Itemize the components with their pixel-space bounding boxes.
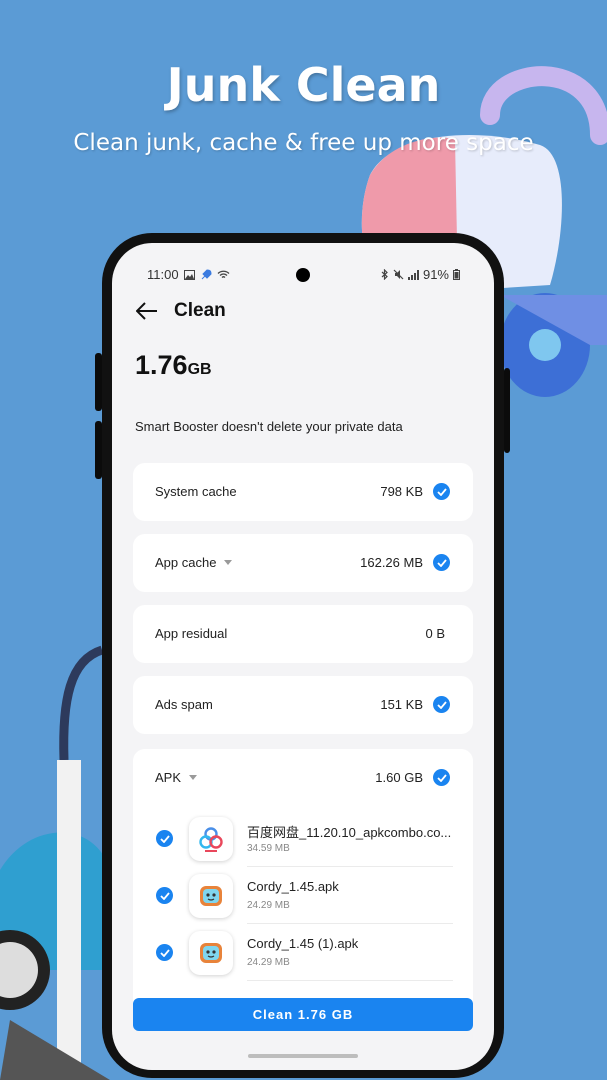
cordy-robot-icon: [189, 874, 233, 918]
category-size: 0 B: [425, 626, 445, 641]
battery-percent: 91%: [422, 267, 449, 282]
back-arrow-icon: [136, 302, 157, 320]
category-size: 1.60 GB: [375, 770, 423, 785]
junk-total-value: 1.76: [135, 350, 188, 380]
category-label: App residual: [155, 626, 228, 641]
junk-total-unit: GB: [187, 361, 212, 378]
mute-icon: [393, 269, 404, 280]
apk-checkbox[interactable]: [156, 830, 173, 847]
apk-header[interactable]: APK 1.60 GB: [133, 749, 473, 807]
category-app-cache[interactable]: App cache 162.26 MB: [133, 534, 473, 592]
category-apk: APK 1.60 GB 百度网盘_11.20.10_apkcombo.co...…: [133, 749, 473, 1009]
apk-name: 百度网盘_11.20.10_apkcombo.co...: [247, 825, 452, 840]
page-title: Clean: [174, 300, 226, 321]
category-label: System cache: [155, 484, 237, 499]
rocket-notification-icon: [201, 268, 212, 279]
apk-list-item[interactable]: 百度网盘_11.20.10_apkcombo.co... 34.59 MB: [133, 810, 473, 867]
category-label: APK: [155, 770, 182, 785]
apk-size: 34.59 MB: [247, 843, 290, 854]
expand-caret-icon[interactable]: [224, 560, 233, 565]
apk-list-item[interactable]: Cordy_1.45.apk 24.29 MB: [133, 867, 473, 924]
phone-screen: 11:00 91% Clean 1.76GB Smart Booster doe…: [112, 243, 494, 1070]
category-label: App cache: [155, 555, 217, 570]
checkbox-ads-spam[interactable]: [433, 696, 450, 713]
checkmark-icon: [159, 891, 170, 900]
cordy-robot-icon: [189, 931, 233, 975]
apk-size: 24.29 MB: [247, 957, 290, 968]
clean-button[interactable]: Clean 1.76 GB: [133, 998, 473, 1031]
bluetooth-icon: [381, 269, 388, 280]
checkmark-icon: [436, 700, 447, 709]
checkbox-apk[interactable]: [433, 769, 450, 786]
apk-checkbox[interactable]: [156, 944, 173, 961]
phone-frame: 11:00 91% Clean 1.76GB Smart Booster doe…: [95, 233, 510, 1078]
wifi-icon: [217, 270, 230, 278]
collapse-caret-icon[interactable]: [189, 775, 198, 780]
home-indicator[interactable]: [248, 1054, 358, 1058]
checkmark-icon: [436, 487, 447, 496]
privacy-note: Smart Booster doesn't delete your privat…: [135, 419, 403, 434]
category-ads-spam[interactable]: Ads spam 151 KB: [133, 676, 473, 734]
checkmark-icon: [436, 773, 447, 782]
front-camera: [296, 268, 310, 282]
apk-checkbox[interactable]: [156, 887, 173, 904]
checkmark-icon: [436, 558, 447, 567]
checkmark-icon: [159, 948, 170, 957]
apk-name: Cordy_1.45.apk: [247, 879, 339, 894]
gallery-notification-icon: [183, 269, 195, 280]
promo-subtitle: Clean junk, cache & free up more space: [73, 130, 534, 156]
category-size: 798 KB: [380, 484, 423, 499]
status-time: 11:00: [147, 267, 179, 282]
phone-power-button: [504, 368, 510, 453]
category-app-residual[interactable]: App residual 0 B: [133, 605, 473, 663]
category-label: Ads spam: [155, 697, 213, 712]
junk-total: 1.76GB: [135, 350, 212, 381]
apk-list-item[interactable]: Cordy_1.45 (1).apk 24.29 MB: [133, 924, 473, 981]
apk-name: Cordy_1.45 (1).apk: [247, 936, 359, 951]
row-divider: [247, 980, 453, 981]
apk-size: 24.29 MB: [247, 900, 290, 911]
phone-side-button: [95, 421, 102, 479]
category-size: 151 KB: [380, 697, 423, 712]
promo-title: Junk Clean: [166, 58, 441, 112]
baidu-netdisk-icon: [189, 817, 233, 861]
signal-icon: [407, 269, 419, 280]
back-button[interactable]: [134, 298, 160, 324]
category-system-cache[interactable]: System cache 798 KB: [133, 463, 473, 521]
battery-icon: [453, 269, 460, 280]
checkmark-icon: [159, 834, 170, 843]
category-size: 162.26 MB: [360, 555, 423, 570]
phone-side-button: [95, 353, 102, 411]
checkbox-system-cache[interactable]: [433, 483, 450, 500]
checkbox-app-cache[interactable]: [433, 554, 450, 571]
